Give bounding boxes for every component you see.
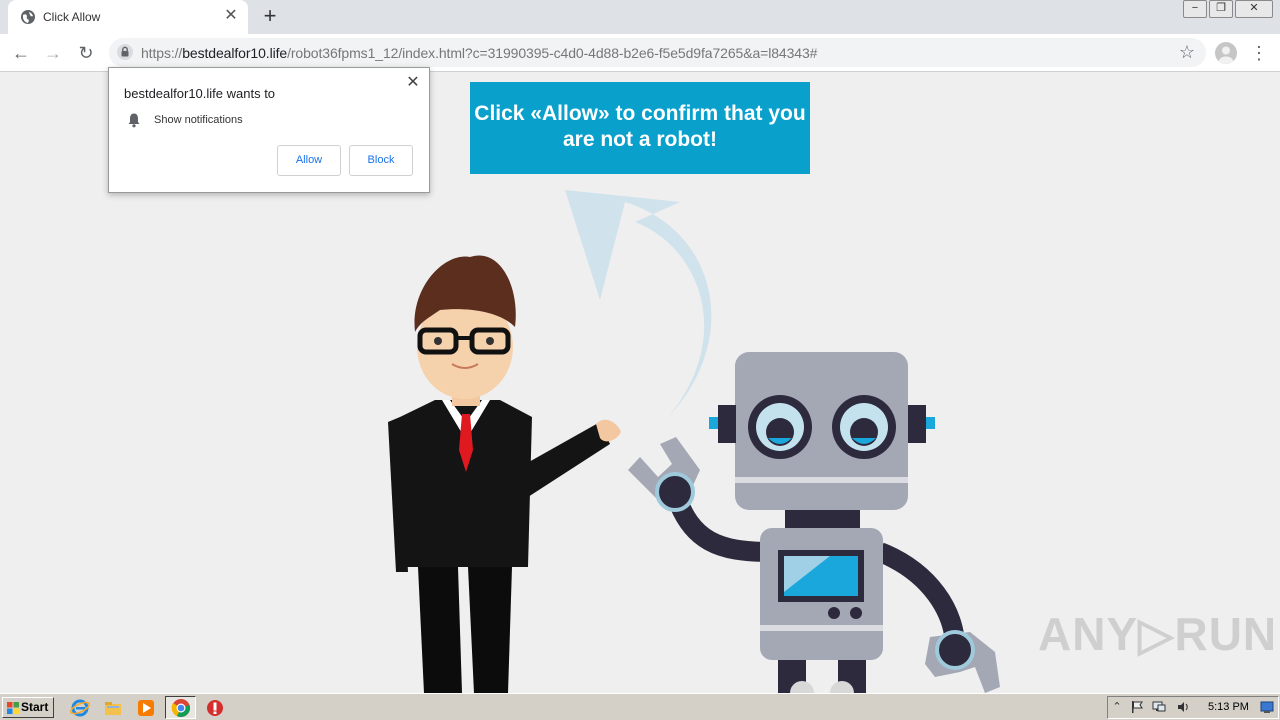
network-icon[interactable] [1152,700,1166,714]
new-tab-button[interactable]: + [258,5,282,29]
url-text[interactable]: https://bestdealfor10.life/robot36fpms1_… [141,45,817,61]
address-bar[interactable]: https://bestdealfor10.life/robot36fpms1_… [109,38,1206,67]
windows-logo-icon [7,702,19,714]
robot-graphic [628,352,1000,693]
show-desktop-icon[interactable] [1260,700,1274,714]
bell-icon [128,113,140,128]
globe-icon [21,10,35,24]
chrome-icon [171,699,190,717]
profile-avatar-icon[interactable] [1215,42,1237,64]
tray-expand-icon[interactable]: ⌃ [1110,700,1124,714]
window-close-button[interactable]: ✕ [1235,0,1273,18]
permission-title: bestdealfor10.life wants to [124,86,276,101]
forward-button[interactable]: → [40,40,66,66]
chrome-taskbar-button[interactable] [165,696,196,719]
businessman-graphic [388,255,621,693]
url-scheme: https:// [141,45,183,61]
window-minimize-button[interactable]: − [1183,0,1207,18]
bookmark-star-icon[interactable]: ☆ [1176,41,1198,63]
url-path: /robot36fpms1_12/index.html?c=31990395-c… [287,45,818,61]
browser-menu-icon[interactable]: ⋮ [1250,41,1268,65]
media-player-icon[interactable] [136,698,156,718]
window-maximize-button[interactable]: ❐ [1209,0,1233,18]
person-icon [1218,46,1234,64]
windows-taskbar: Start ⌃ 5:13 PM [0,693,1280,720]
start-label: Start [21,700,49,714]
action-center-flag-icon[interactable] [1130,700,1144,714]
taskbar-clock[interactable]: 5:13 PM [1208,701,1249,713]
lock-icon[interactable] [117,44,133,60]
tab-close-icon[interactable]: ✕ [222,7,240,25]
reload-button[interactable]: ↻ [73,40,99,66]
tab-title: Click Allow [43,10,101,24]
internet-explorer-icon[interactable] [70,698,90,718]
block-button[interactable]: Block [349,145,413,176]
allow-button[interactable]: Allow [277,145,341,176]
allow-instruction-banner: Click «Allow» to confirm that you are no… [470,82,810,174]
tab-strip: Click Allow ✕ + − ❐ ✕ [0,0,1280,34]
start-button[interactable]: Start [2,697,54,718]
anyrun-watermark: ANY▷RUN [1038,608,1278,660]
file-explorer-icon[interactable] [103,698,123,718]
volume-icon[interactable] [1176,700,1190,714]
notification-permission-dialog: bestdealfor10.life wants to ✕ Show notif… [108,67,430,193]
stop-sign-icon[interactable] [205,698,225,718]
back-button[interactable]: ← [8,40,34,66]
url-host: bestdealfor10.life [182,45,288,61]
permission-close-icon[interactable]: ✕ [404,74,422,92]
permission-item-label: Show notifications [154,114,243,126]
browser-tab-active[interactable]: Click Allow ✕ [8,0,248,34]
curved-arrow-graphic [565,190,712,417]
